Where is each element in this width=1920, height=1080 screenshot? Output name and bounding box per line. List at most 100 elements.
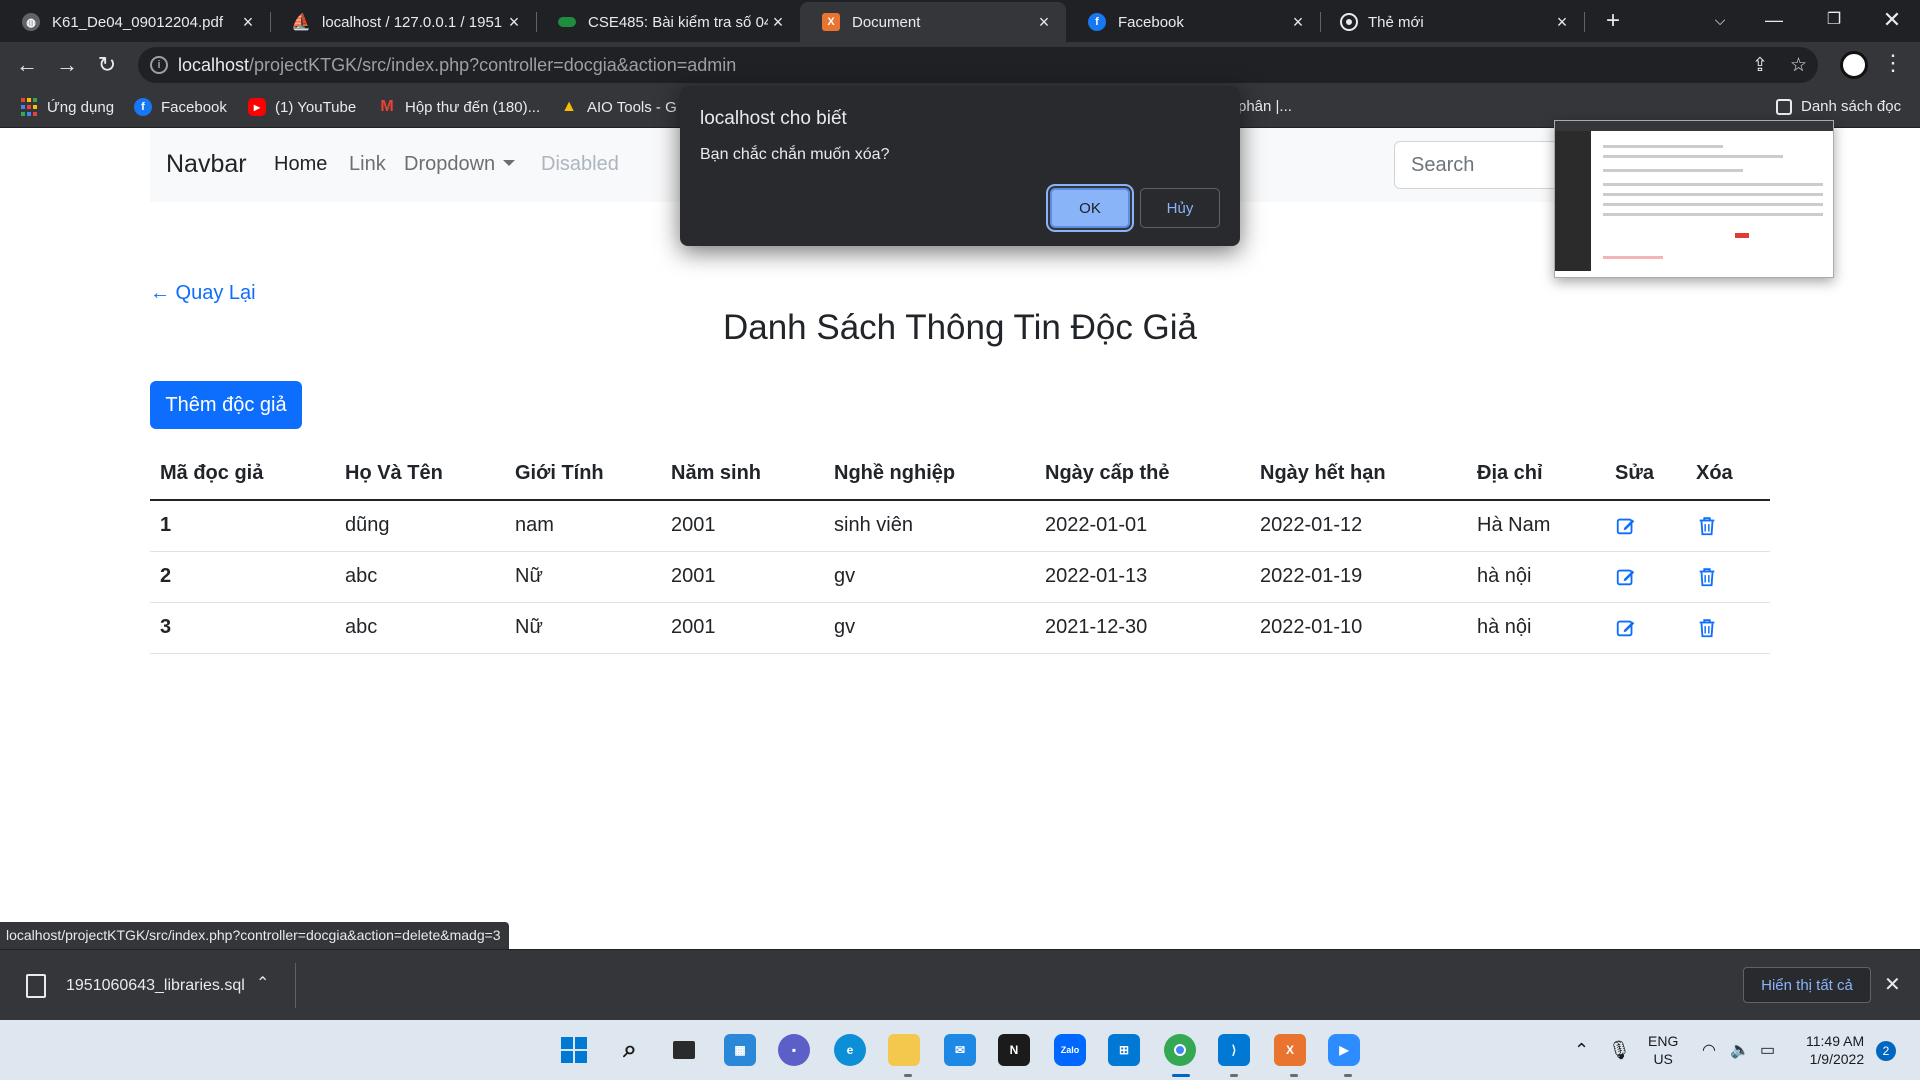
search-icon[interactable]: ⌕ — [614, 1034, 646, 1066]
bookmark-youtube[interactable]: ▶ (1) YouTube — [248, 98, 356, 116]
battery-icon[interactable]: ▭ — [1760, 1020, 1775, 1080]
new-tab-button[interactable]: + — [1598, 6, 1628, 36]
vscode-icon[interactable]: ⟩ — [1218, 1034, 1250, 1066]
restore-icon[interactable]: ❐ — [1806, 0, 1862, 42]
cell-birth-year: 2001 — [661, 602, 824, 654]
caret-down-icon — [503, 160, 516, 166]
bookmark-label: phân |... — [1238, 98, 1292, 115]
edit-cell — [1605, 602, 1686, 654]
chrome-icon — [1342, 15, 1356, 29]
chevron-up-icon[interactable]: ⌃ — [1574, 1020, 1589, 1080]
windows-start-icon[interactable] — [558, 1034, 590, 1066]
dialog-cancel-button[interactable]: Hủy — [1140, 188, 1220, 228]
nav-link[interactable]: Link — [349, 153, 386, 176]
chrome-icon[interactable] — [1164, 1034, 1196, 1066]
bookmark-apps[interactable]: Ứng dụng — [20, 98, 114, 116]
youtube-icon: ▶ — [248, 98, 266, 116]
edit-icon[interactable] — [1615, 617, 1637, 639]
chevron-up-icon[interactable]: ⌃ — [256, 973, 269, 993]
cell-birth-year: 2001 — [661, 551, 824, 603]
screen-share-thumbnail[interactable] — [1554, 120, 1834, 278]
tab-search-icon[interactable]: ⌵ — [1692, 0, 1748, 42]
browser-toolbar: ← → ↻ i localhost/projectKTGK/src/index.… — [0, 42, 1920, 88]
back-link[interactable]: ← Quay Lại — [150, 282, 256, 305]
speaker-icon[interactable]: 🔈 — [1730, 1020, 1750, 1080]
column-header: Mã đọc giả — [150, 448, 335, 501]
edge-icon[interactable]: e — [834, 1034, 866, 1066]
file-explorer-icon[interactable] — [888, 1034, 920, 1066]
bookmark-star-icon[interactable]: ☆ — [1790, 54, 1807, 77]
thumbnail-toolbar — [1555, 121, 1833, 131]
dialog-ok-button[interactable]: OK — [1050, 188, 1130, 228]
bookmark-aio-tools[interactable]: ▲ AIO Tools - G — [560, 98, 677, 116]
close-tab-icon[interactable]: × — [1288, 12, 1308, 33]
zoom-icon[interactable]: ▶ — [1328, 1034, 1360, 1066]
profile-avatar[interactable] — [1840, 51, 1868, 79]
tab-phpmyadmin[interactable]: ⛵ localhost / 127.0.0.1 / 1951 × — [270, 2, 536, 42]
trash-icon[interactable] — [1696, 515, 1718, 537]
apps-grid-icon — [20, 98, 38, 116]
delete-cell — [1686, 500, 1770, 552]
running-indicator — [1290, 1074, 1298, 1077]
close-tab-icon[interactable]: × — [1034, 12, 1054, 33]
url-host: localhost — [178, 55, 250, 75]
show-all-downloads-button[interactable]: Hiển thị tất cả — [1743, 967, 1871, 1003]
nav-dropdown[interactable]: Dropdown — [404, 153, 516, 176]
close-tab-icon[interactable]: × — [504, 12, 524, 33]
mail-icon[interactable]: ✉ — [944, 1034, 976, 1066]
nav-dropdown-label: Dropdown — [404, 153, 496, 175]
address-bar[interactable]: i localhost/projectKTGK/src/index.php?co… — [138, 47, 1818, 83]
column-header: Địa chỉ — [1467, 448, 1605, 501]
edit-icon[interactable] — [1615, 515, 1637, 537]
navbar-brand[interactable]: Navbar — [166, 150, 247, 179]
site-info-icon[interactable]: i — [150, 56, 168, 74]
close-tab-icon[interactable]: × — [768, 12, 788, 33]
language-indicator[interactable]: ENG US — [1648, 1032, 1678, 1068]
more-menu-icon[interactable]: ⋮ — [1882, 50, 1904, 76]
download-item[interactable]: 1951060643_libraries.sql ⌃ — [20, 963, 296, 1008]
widgets-icon[interactable]: ▦ — [724, 1034, 756, 1066]
task-view-icon[interactable] — [668, 1034, 700, 1066]
close-tab-icon[interactable]: × — [1552, 12, 1572, 33]
nav-home[interactable]: Home — [274, 153, 327, 176]
close-window-icon[interactable]: ✕ — [1864, 0, 1920, 42]
microphone-icon[interactable]: 🎙 — [1608, 1020, 1631, 1080]
trash-icon[interactable] — [1696, 617, 1718, 639]
thumbnail-mark — [1735, 233, 1749, 238]
minimize-icon[interactable]: — — [1746, 0, 1802, 42]
bookmark-facebook[interactable]: f Facebook — [134, 98, 227, 116]
tab-title: Thẻ mới — [1368, 13, 1424, 31]
bookmark-partial[interactable]: phân |... — [1238, 98, 1292, 115]
notification-badge[interactable]: 2 — [1876, 1041, 1896, 1061]
tab-cse485[interactable]: CSE485: Bài kiểm tra số 04 ( × — [536, 2, 800, 42]
wifi-icon[interactable]: ◠ — [1702, 1020, 1716, 1080]
teams-chat-icon[interactable]: ▪ — [778, 1034, 810, 1066]
clock[interactable]: 11:49 AM 1/9/2022 — [1806, 1032, 1864, 1068]
table-row: 3 abc Nữ 2001 gv 2021-12-30 2022-01-10 h… — [150, 602, 1770, 654]
close-download-shelf-icon[interactable]: ✕ — [1884, 972, 1901, 997]
column-header: Sửa — [1605, 448, 1686, 501]
notion-icon[interactable]: N — [998, 1034, 1030, 1066]
edit-cell — [1605, 500, 1686, 552]
tab-new[interactable]: Thẻ mới × — [1320, 2, 1584, 42]
edit-icon[interactable] — [1615, 566, 1637, 588]
tab-document[interactable]: X Document × — [800, 2, 1066, 42]
windows-taskbar: ⌕ ▦ ▪ e ✉ N Zalo ⊞ ⟩ X ▶ ⌃ 🎙 ENG US ◠ 🔈 … — [0, 1020, 1920, 1080]
cell-name: dũng — [335, 500, 505, 552]
tab-facebook[interactable]: f Facebook × — [1066, 2, 1320, 42]
tab-pdf[interactable]: ◍ K61_De04_09012204.pdf × — [0, 2, 270, 42]
reload-icon[interactable]: ↻ — [92, 50, 122, 80]
store-icon[interactable]: ⊞ — [1108, 1034, 1140, 1066]
xampp-icon[interactable]: X — [1274, 1034, 1306, 1066]
add-reader-button[interactable]: Thêm độc giả — [150, 381, 302, 429]
close-tab-icon[interactable]: × — [238, 12, 258, 33]
back-arrow-icon[interactable]: ← — [12, 50, 42, 80]
reading-list-button[interactable]: Danh sách đọc — [1776, 98, 1901, 115]
zalo-icon[interactable]: Zalo — [1054, 1034, 1086, 1066]
google-drive-icon: ▲ — [561, 98, 577, 115]
forward-arrow-icon[interactable]: → — [52, 50, 82, 80]
trash-icon[interactable] — [1696, 566, 1718, 588]
bookmark-gmail[interactable]: M Hộp thư đến (180)... — [378, 98, 540, 116]
classroom-icon — [558, 17, 576, 27]
share-icon[interactable]: ⇪ — [1752, 54, 1768, 77]
